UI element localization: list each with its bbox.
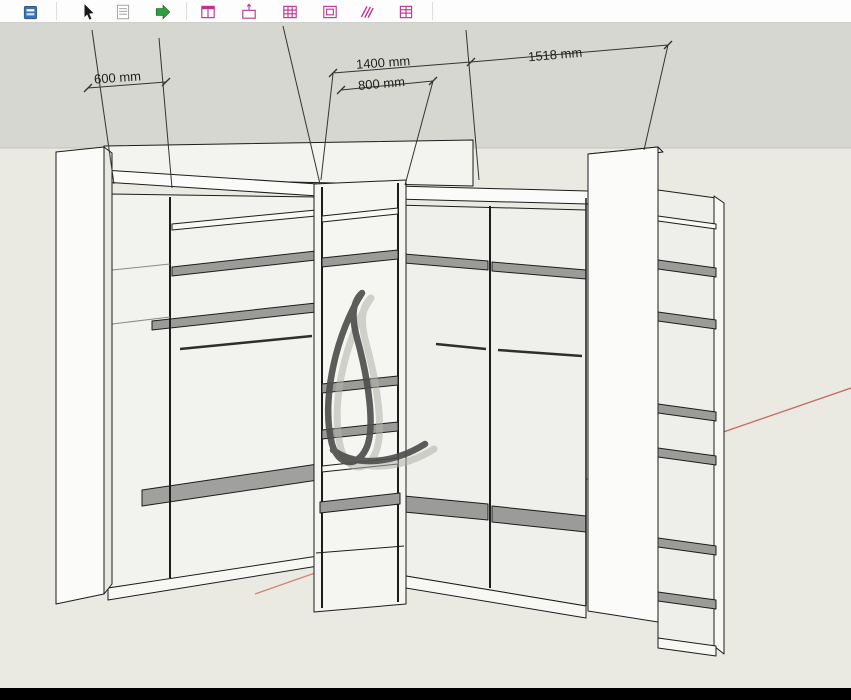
cabinet-report-tool-icon[interactable] — [394, 0, 418, 21]
cabinet-grid-tool-icon[interactable] — [278, 0, 302, 21]
viewport-canvas — [0, 0, 851, 700]
toolbar — [0, 0, 851, 23]
3d-viewport[interactable]: 600 mm 1400 mm 800 mm 1518 mm — [0, 0, 851, 700]
left-wing — [103, 169, 319, 601]
right-shelf-unit — [657, 189, 725, 657]
cabinet-panel-tool-icon[interactable] — [318, 0, 342, 21]
cabinet-hatch-tool-icon[interactable] — [355, 0, 379, 21]
left-side-panel — [55, 146, 113, 605]
right-column — [587, 146, 664, 623]
wardrobe-model — [55, 139, 725, 657]
entity-info-icon[interactable] — [111, 0, 135, 21]
open-model-icon[interactable] — [19, 0, 43, 21]
bottom-bar — [0, 688, 851, 700]
export-tool-icon[interactable] — [151, 0, 175, 21]
toolbar-separator — [432, 2, 433, 20]
cabinet-front-tool-icon[interactable] — [196, 0, 220, 21]
select-tool-icon[interactable] — [77, 0, 101, 21]
toolbar-separator — [56, 2, 57, 20]
toolbar-separator — [186, 2, 187, 20]
cabinet-dimension-tool-icon[interactable] — [237, 0, 261, 21]
